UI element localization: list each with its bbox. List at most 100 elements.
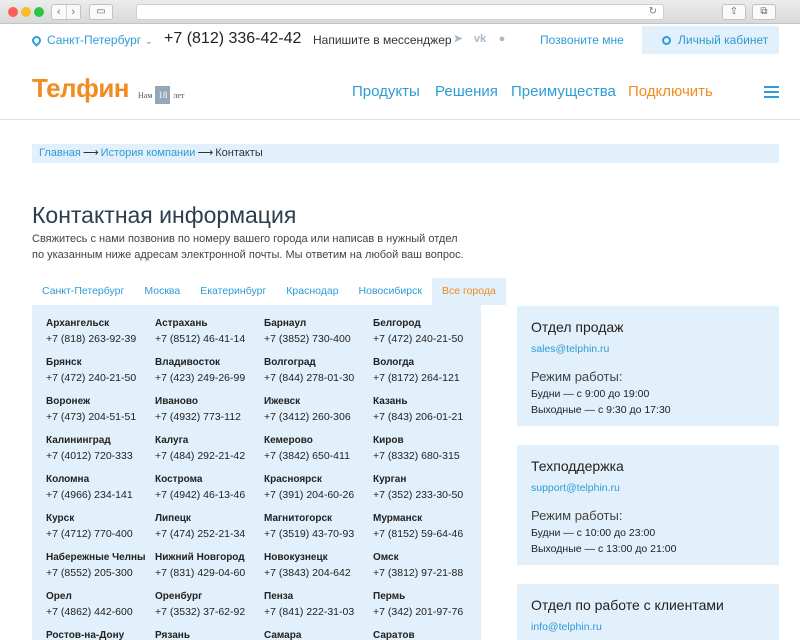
personal-account-button[interactable]: Личный кабинет [642,26,779,54]
department-email[interactable]: support@telphin.ru [531,482,765,494]
city-contact: Пенза +7 (841) 222-31-03 [264,591,373,618]
nav-solutions[interactable]: Решения [435,83,498,100]
city-phone[interactable]: +7 (3519) 43-70-93 [264,528,373,540]
department-email[interactable]: sales@telphin.ru [531,343,765,355]
city-phone[interactable]: +7 (8152) 59-64-46 [373,528,482,540]
city-phone[interactable]: +7 (8552) 205-300 [46,567,155,579]
city-name: Калуга [155,435,189,446]
city-name: Новокузнецк [264,552,328,563]
nav-products[interactable]: Продукты [352,83,420,100]
nav-connect[interactable]: Подключить [628,83,713,100]
messenger-icon[interactable]: ● [494,32,510,46]
minimize-window-icon[interactable] [21,7,31,17]
sidebar-icon[interactable]: ▭ [89,4,113,20]
city-phone[interactable]: +7 (4712) 770-400 [46,528,155,540]
forward-icon[interactable]: › [65,5,81,19]
city-contact: Барнаул +7 (3852) 730-400 [264,318,373,345]
city-phone[interactable]: +7 (3843) 204-642 [264,567,373,579]
back-icon[interactable]: ‹ [52,5,66,19]
city-contact: Вологда +7 (8172) 264-121 [373,357,482,384]
reload-icon[interactable]: ↻ [649,5,657,19]
share-icon[interactable]: ⇧ [722,4,746,20]
tab-moscow[interactable]: Москва [134,278,190,305]
city-contact: Набережные Челны +7 (8552) 205-300 [46,552,155,579]
call-me-link[interactable]: Позвоните мне [540,33,624,47]
city-phone[interactable]: +7 (342) 201-97-76 [373,606,482,618]
nav-advantages[interactable]: Преимущества [511,83,616,100]
city-phone[interactable]: +7 (3812) 97-21-88 [373,567,482,579]
city-contact: Пермь +7 (342) 201-97-76 [373,591,482,618]
tabs-overview-icon[interactable]: ⧉ [752,4,776,20]
city-phone[interactable]: +7 (843) 206-01-21 [373,411,482,423]
city-contact: Казань +7 (843) 206-01-21 [373,396,482,423]
tab-saint-petersburg[interactable]: Санкт-Петербург [32,278,134,305]
city-contact: Владивосток +7 (423) 249-26-99 [155,357,264,384]
city-phone[interactable]: +7 (3852) 730-400 [264,333,373,345]
city-name: Курган [373,474,407,485]
history-nav: ‹ › [51,4,81,20]
address-bar[interactable]: ↻ [136,4,664,20]
city-phone[interactable]: +7 (484) 292-21-42 [155,450,264,462]
city-phone[interactable]: +7 (844) 278-01-30 [264,372,373,384]
close-window-icon[interactable] [8,7,18,17]
city-name: Нижний Новгород [155,552,245,563]
city-phone[interactable]: +7 (472) 240-21-50 [373,333,482,345]
tab-krasnodar[interactable]: Краснодар [276,278,348,305]
city-contact: Мурманск +7 (8152) 59-64-46 [373,513,482,540]
city-phone[interactable]: +7 (3532) 37-62-92 [155,606,264,618]
city-phone[interactable]: +7 (423) 249-26-99 [155,372,264,384]
city-phone[interactable]: +7 (841) 222-31-03 [264,606,373,618]
city-phone[interactable]: +7 (8332) 680-315 [373,450,482,462]
city-phone[interactable]: +7 (473) 204-51-51 [46,411,155,423]
breadcrumb-history[interactable]: История компании [101,147,196,159]
city-name: Орел [46,591,72,602]
city-name: Казань [373,396,408,407]
city-phone[interactable]: +7 (831) 429-04-60 [155,567,264,579]
main-phone[interactable]: +7 (812) 336-42-42 [164,30,301,48]
city-phone[interactable]: +7 (4862) 442-600 [46,606,155,618]
city-phone[interactable]: +7 (4966) 234-141 [46,489,155,501]
hamburger-menu-icon[interactable] [764,86,779,101]
years-prefix: Нам [138,91,153,100]
breadcrumb-home[interactable]: Главная [39,147,81,159]
city-phone[interactable]: +7 (352) 233-30-50 [373,489,482,501]
city-phone[interactable]: +7 (8172) 264-121 [373,372,482,384]
city-name: Воронеж [46,396,91,407]
city-contact: Астрахань +7 (8512) 46-41-14 [155,318,264,345]
city-phone[interactable]: +7 (4932) 773-112 [155,411,264,423]
city-phone[interactable]: +7 (474) 252-21-34 [155,528,264,540]
city-name: Владивосток [155,357,221,368]
city-phone[interactable]: +7 (4942) 46-13-46 [155,489,264,501]
city-name: Киров [373,435,404,446]
city-selector[interactable]: Санкт-Петербург ⌄ [30,33,153,47]
city-name: Кострома [155,474,203,485]
breadcrumb: Главная ⟶ История компании ⟶ Контакты [32,144,779,163]
city-name: Калининград [46,435,111,446]
city-phone[interactable]: +7 (8512) 46-41-14 [155,333,264,345]
tab-all-cities[interactable]: Все города [431,278,506,305]
tab-yekaterinburg[interactable]: Екатеринбург [190,278,276,305]
department-email[interactable]: info@telphin.ru [531,621,765,633]
city-contact: Ижевск +7 (3412) 260-306 [264,396,373,423]
maximize-window-icon[interactable] [34,7,44,17]
tab-novosibirsk[interactable]: Новосибирск [349,278,432,305]
city-phone[interactable]: +7 (391) 204-60-26 [264,489,373,501]
logo[interactable]: Телфин [32,73,130,104]
city-contact: Иваново +7 (4932) 773-112 [155,396,264,423]
search-icon [662,36,671,45]
city-name: Липецк [155,513,191,524]
city-phone[interactable]: +7 (4012) 720-333 [46,450,155,462]
city-phone[interactable]: +7 (3412) 260-306 [264,411,373,423]
city-phone[interactable]: +7 (818) 263-92-39 [46,333,155,345]
city-contact: Кострома +7 (4942) 46-13-46 [155,474,264,501]
city-name: Брянск [46,357,82,368]
city-phone[interactable]: +7 (472) 240-21-50 [46,372,155,384]
vk-icon[interactable]: vk [472,32,488,46]
hours-weekends: Выходные — с 9:30 до 17:30 [531,404,671,416]
city-name: Кемерово [264,435,313,446]
city-phone[interactable]: +7 (3842) 650-411 [264,450,373,462]
city-name: Санкт-Петербург [47,33,142,47]
city-name: Магнитогорск [264,513,333,524]
city-contact: Курск +7 (4712) 770-400 [46,513,155,540]
telegram-icon[interactable]: ➤ [450,32,466,46]
